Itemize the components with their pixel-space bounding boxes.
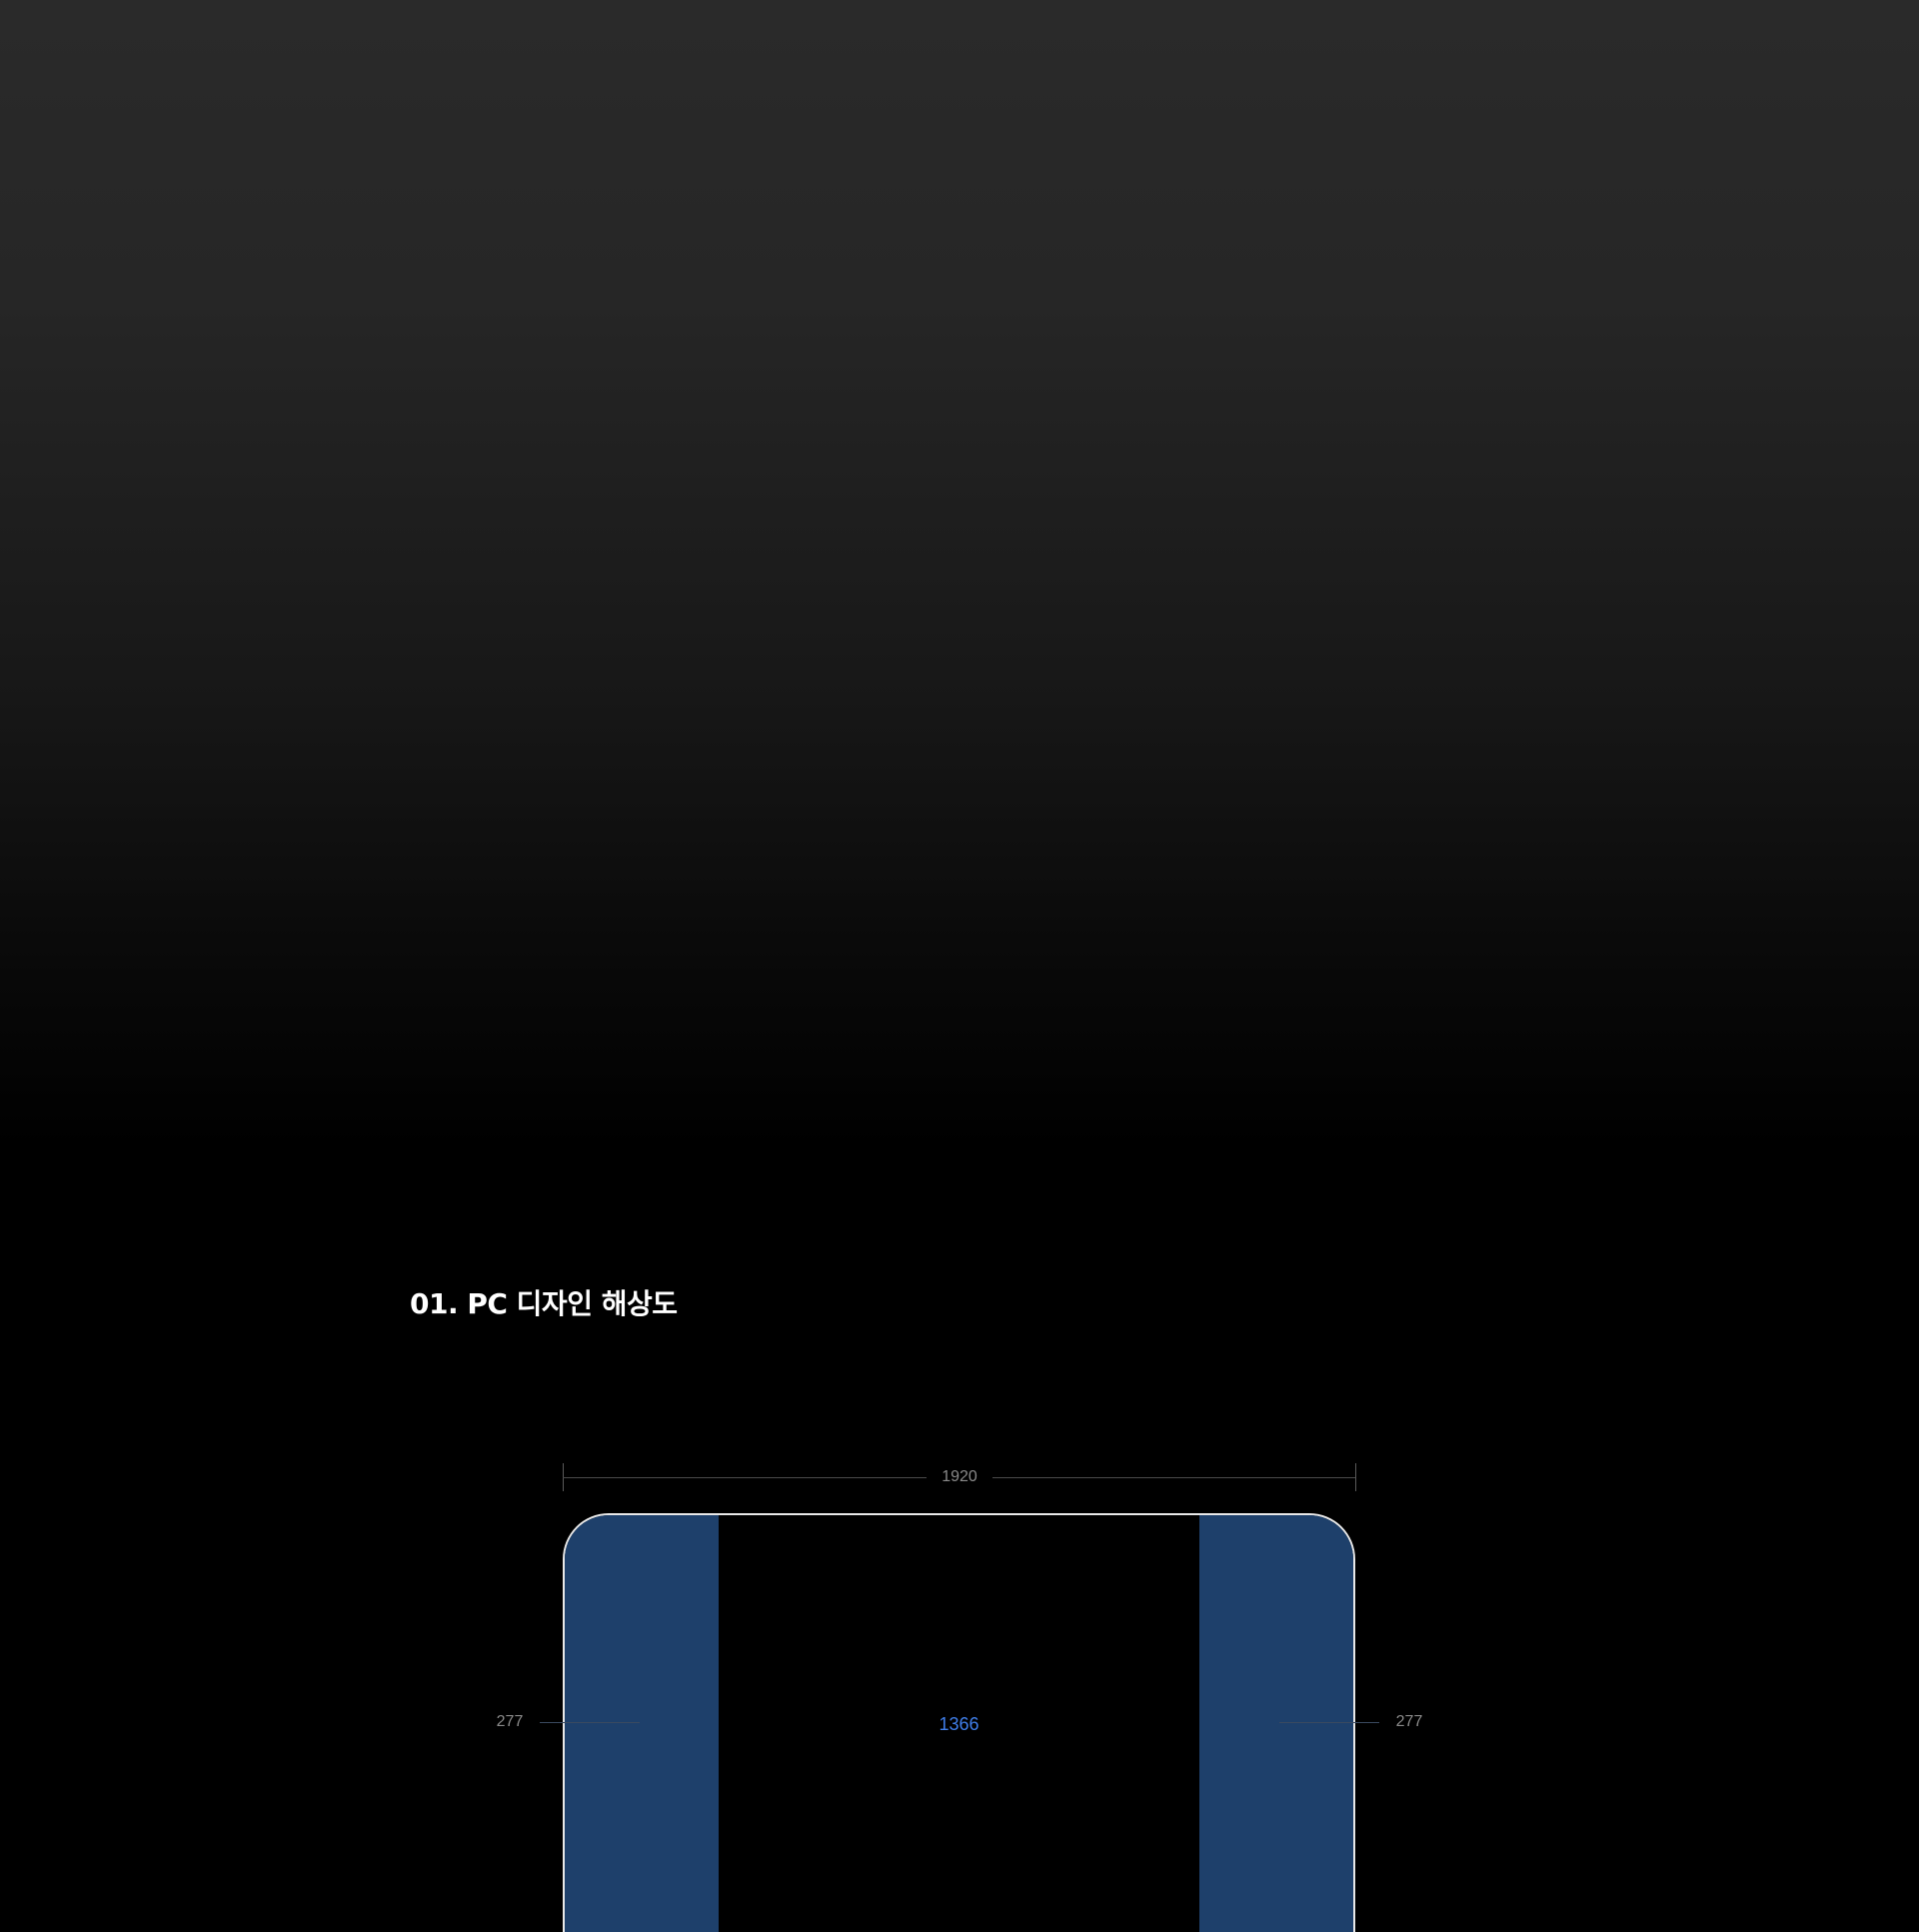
content-width-label: 1366	[939, 1714, 979, 1734]
right-margin-label: 277	[1395, 1713, 1423, 1730]
screen-frame: 1366	[563, 1513, 1355, 1932]
resolution-diagram: 1920 1366 277 277	[0, 0, 1919, 1932]
total-width-line-left	[563, 1477, 927, 1478]
total-width-right-tick	[1355, 1463, 1356, 1491]
left-margin-label: 277	[496, 1713, 524, 1730]
left-margin-line	[540, 1722, 640, 1723]
right-margin-line	[1279, 1722, 1379, 1723]
total-width-label: 1920	[942, 1468, 977, 1485]
page: 01. PC 디자인 해상도 1920 1366 277 277	[0, 0, 1919, 1932]
total-width-line-right	[992, 1477, 1355, 1478]
